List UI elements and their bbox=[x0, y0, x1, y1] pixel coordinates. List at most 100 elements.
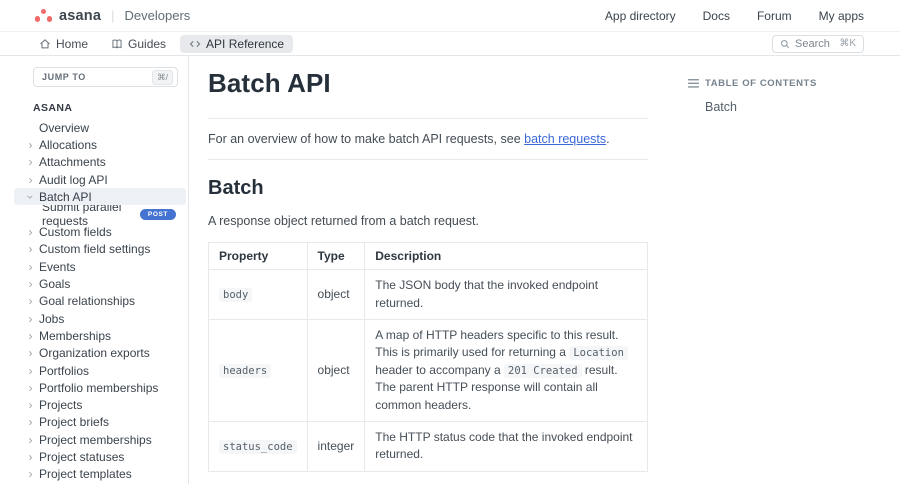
sidebar-item-goals[interactable]: › Goals bbox=[26, 275, 178, 292]
sidebar-item-portfolio-memberships[interactable]: › Portfolio memberships bbox=[26, 379, 178, 396]
nav-my-apps[interactable]: My apps bbox=[819, 9, 864, 23]
sidebar-item-project-statuses[interactable]: › Project statuses bbox=[26, 448, 178, 465]
subnav-home-label: Home bbox=[56, 36, 89, 51]
table-row: headers object A map of HTTP headers spe… bbox=[208, 319, 648, 422]
table-row: status_code integer The HTTP status code… bbox=[208, 420, 648, 472]
sidebar-item-label: Project statuses bbox=[39, 449, 125, 464]
sidebar-item-label: Custom fields bbox=[39, 225, 112, 240]
chevron-right-icon: › bbox=[28, 346, 33, 361]
section-description: A response object returned from a batch … bbox=[208, 214, 479, 229]
sidebar-item-audit-log-api[interactable]: › Audit log API bbox=[26, 171, 178, 188]
table-of-contents: TABLE OF CONTENTS Batch bbox=[648, 56, 900, 484]
sidebar-item-label: Portfolio memberships bbox=[39, 380, 159, 395]
sub-nav: Home Guides API Reference Search ⌘K bbox=[0, 32, 900, 56]
subnav-guides[interactable]: Guides bbox=[102, 35, 175, 53]
sidebar-item-organization-exports[interactable]: › Organization exports bbox=[26, 345, 178, 362]
nav-forum[interactable]: Forum bbox=[757, 9, 792, 23]
sidebar-item-label: Events bbox=[39, 259, 76, 274]
property-type: integer bbox=[306, 420, 366, 472]
asana-logo[interactable]: asana | Developers bbox=[35, 8, 190, 24]
property-type: object bbox=[306, 319, 366, 422]
jump-to-shortcut: ⌘/ bbox=[152, 69, 173, 85]
sidebar-item-jobs[interactable]: › Jobs bbox=[26, 310, 178, 327]
sidebar-item-allocations[interactable]: › Allocations bbox=[26, 136, 178, 153]
sidebar-item-project-templates[interactable]: › Project templates bbox=[26, 466, 178, 483]
brand-name: asana bbox=[59, 7, 102, 24]
section-title-batch: Batch bbox=[208, 177, 264, 200]
sidebar-item-label: Memberships bbox=[39, 328, 112, 343]
sidebar-item-overview[interactable]: Overview bbox=[26, 119, 178, 136]
list-icon bbox=[688, 79, 699, 88]
property-name: status_code bbox=[219, 439, 297, 454]
chevron-right-icon: › bbox=[28, 467, 33, 482]
property-description: A map of HTTP headers specific to this r… bbox=[364, 319, 648, 422]
sidebar-item-events[interactable]: › Events bbox=[26, 258, 178, 275]
inline-code: 201 Created bbox=[504, 363, 582, 378]
jump-to-label: JUMP TO bbox=[42, 72, 86, 82]
search-shortcut: ⌘K bbox=[839, 38, 856, 49]
intro-paragraph: For an overview of how to make batch API… bbox=[208, 130, 648, 148]
col-header-description: Description bbox=[364, 242, 648, 271]
book-icon bbox=[112, 39, 122, 48]
sidebar-item-project-briefs[interactable]: › Project briefs bbox=[26, 414, 178, 431]
nav-app-directory[interactable]: App directory bbox=[605, 9, 676, 23]
sidebar-item-memberships[interactable]: › Memberships bbox=[26, 327, 178, 344]
table-row: body object The JSON body that the invok… bbox=[208, 269, 648, 321]
brand-divider: | bbox=[111, 8, 115, 23]
col-header-type: Type bbox=[306, 242, 366, 271]
sidebar-item-project-memberships[interactable]: › Project memberships bbox=[26, 431, 178, 448]
intro-text-end: . bbox=[606, 132, 610, 146]
search-input[interactable]: Search ⌘K bbox=[772, 34, 864, 53]
jump-to-button[interactable]: JUMP TO ⌘/ bbox=[33, 67, 178, 87]
sidebar-item-custom-field-settings[interactable]: › Custom field settings bbox=[26, 241, 178, 258]
subnav-guides-label: Guides bbox=[128, 36, 167, 51]
sidebar-item-label: Attachments bbox=[39, 155, 106, 170]
sidebar-item-label: Overview bbox=[39, 120, 90, 135]
subnav-api-reference-label: API Reference bbox=[206, 36, 285, 51]
sidebar-item-batch-api[interactable]: › Batch API bbox=[14, 188, 186, 206]
sidebar-item-label: Goals bbox=[39, 277, 71, 292]
brand-suffix: Developers bbox=[124, 8, 191, 23]
sidebar-item-submit-parallel-requests[interactable]: Submit parallel requests POST bbox=[26, 200, 178, 228]
chevron-right-icon: › bbox=[28, 225, 33, 240]
chevron-right-icon: › bbox=[28, 311, 33, 326]
chevron-right-icon: › bbox=[28, 172, 33, 187]
sidebar-item-label: Custom field settings bbox=[39, 242, 151, 257]
col-header-property: Property bbox=[208, 242, 308, 271]
subnav-api-reference[interactable]: API Reference bbox=[180, 34, 294, 53]
page-body: JUMP TO ⌘/ ASANA Overview › Allocations … bbox=[0, 56, 900, 484]
toc-item-batch[interactable]: Batch bbox=[705, 100, 900, 114]
chevron-right-icon: › bbox=[28, 449, 33, 464]
subnav-home[interactable]: Home bbox=[30, 35, 97, 53]
sidebar-item-label: Goal relationships bbox=[39, 294, 136, 309]
nav-docs[interactable]: Docs bbox=[703, 9, 730, 23]
code-icon bbox=[189, 40, 201, 47]
sidebar-item-custom-fields[interactable]: › Custom fields bbox=[26, 223, 178, 240]
main-content: Batch API For an overview of how to make… bbox=[189, 56, 648, 484]
divider bbox=[208, 159, 648, 161]
header-nav: App directory Docs Forum My apps bbox=[605, 9, 864, 23]
toc-header: TABLE OF CONTENTS bbox=[688, 78, 900, 89]
batch-requests-link[interactable]: batch requests bbox=[524, 132, 606, 146]
home-icon bbox=[40, 38, 50, 48]
chevron-right-icon: › bbox=[28, 328, 33, 343]
sidebar-item-label: Project briefs bbox=[39, 415, 110, 430]
sidebar-item-attachments[interactable]: › Attachments bbox=[26, 154, 178, 171]
sidebar-item-goal-relationships[interactable]: › Goal relationships bbox=[26, 293, 178, 310]
chevron-right-icon: › bbox=[28, 294, 33, 309]
sidebar-item-projects[interactable]: › Projects bbox=[26, 396, 178, 413]
chevron-right-icon: › bbox=[28, 259, 33, 274]
toc-title: TABLE OF CONTENTS bbox=[705, 78, 817, 89]
chevron-right-icon: › bbox=[28, 155, 33, 170]
search-placeholder: Search bbox=[795, 37, 830, 50]
sidebar-item-label: Project memberships bbox=[39, 432, 152, 447]
property-description: The HTTP status code that the invoked en… bbox=[364, 420, 648, 472]
sidebar-item-label: Project templates bbox=[39, 467, 132, 482]
description-text: header to accompany a bbox=[375, 362, 504, 377]
sidebar-item-label: Projects bbox=[39, 398, 83, 413]
chevron-right-icon: › bbox=[28, 432, 33, 447]
sidebar-item-portfolios[interactable]: › Portfolios bbox=[26, 362, 178, 379]
chevron-right-icon: › bbox=[28, 380, 33, 395]
chevron-right-icon: › bbox=[28, 137, 33, 152]
sidebar-item-label: Jobs bbox=[39, 311, 65, 326]
